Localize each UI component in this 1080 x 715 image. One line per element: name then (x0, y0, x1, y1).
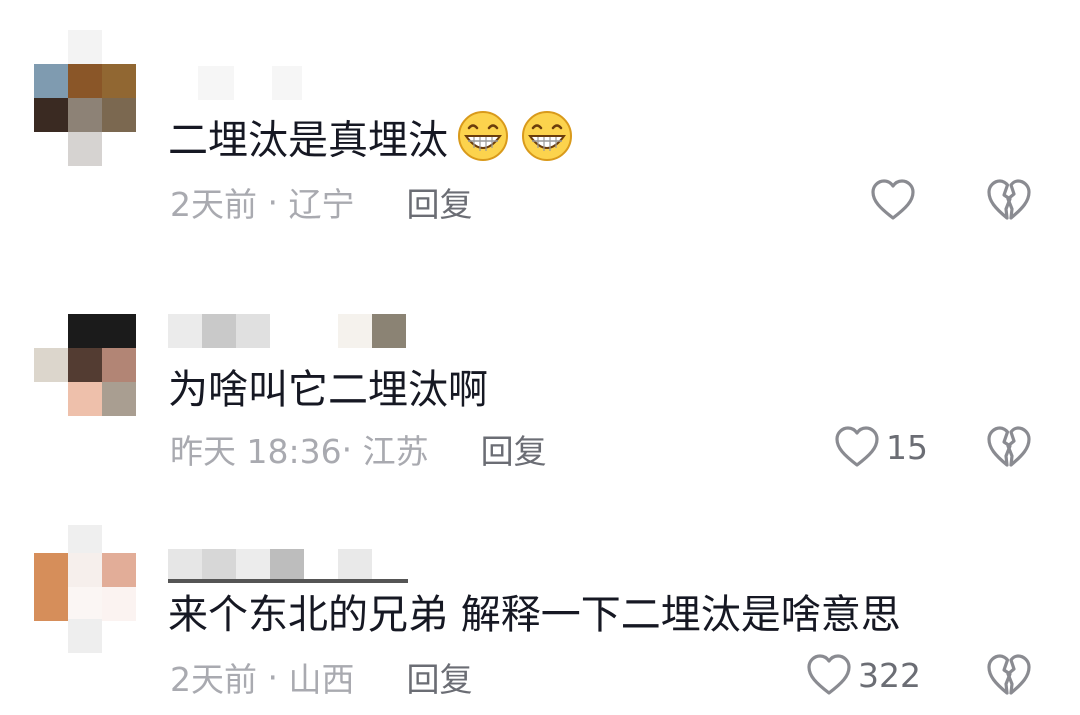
avatar[interactable] (34, 30, 136, 166)
dislike-button[interactable] (986, 178, 1032, 226)
comment-location: 辽宁 (288, 185, 355, 224)
heart-outline-icon (871, 179, 915, 220)
heart-outline-icon (835, 426, 879, 467)
username[interactable] (168, 314, 408, 348)
comment-meta: 2天前 · 辽宁 回复 (170, 178, 472, 226)
comment-time: 昨天 18:36 (170, 432, 342, 471)
like-count: 322 (858, 655, 921, 695)
like-button[interactable] (870, 178, 916, 222)
broken-heart-icon (987, 426, 1031, 467)
meta-separator: · (257, 182, 289, 222)
reply-button[interactable]: 回复 (406, 178, 472, 226)
comment-meta: 昨天 18:36 · 江苏 回复 (170, 425, 547, 473)
broken-heart-icon (987, 654, 1031, 695)
comment-time: 2天前 (170, 185, 257, 224)
username[interactable] (168, 549, 408, 583)
like-button[interactable]: 15 (834, 425, 928, 469)
meta-separator: · (257, 657, 289, 697)
like-count: 15 (886, 427, 928, 467)
comment-text: 为啥叫它二埋汰啊 (168, 367, 488, 413)
avatar[interactable] (34, 525, 136, 661)
comment-meta: 2天前 · 山西 回复 (170, 653, 472, 701)
like-button[interactable]: 322 (806, 653, 921, 697)
broken-heart-icon (987, 179, 1031, 220)
grinning-face-emoji (518, 108, 576, 177)
avatar[interactable] (34, 300, 136, 436)
reply-button[interactable]: 回复 (406, 653, 472, 701)
username[interactable] (168, 66, 308, 100)
comment-item: 来个东北的兄弟 解释一下二埋汰是啥意思 2天前 · 山西 回复 322 (0, 525, 1080, 715)
comment-location: 江苏 (362, 432, 429, 471)
comment-location: 山西 (288, 660, 355, 699)
comment-time: 2天前 (170, 660, 257, 699)
dislike-button[interactable] (986, 653, 1032, 701)
grinning-face-emoji (454, 108, 512, 177)
reply-button[interactable]: 回复 (481, 425, 547, 473)
comment-item: 二埋汰是真埋汰 2天前 · 辽宁 回复 (0, 30, 1080, 250)
meta-separator: · (341, 429, 363, 469)
comment-item: 为啥叫它二埋汰啊 昨天 18:36 · 江苏 回复 15 (0, 300, 1080, 490)
heart-outline-icon (807, 654, 851, 695)
comment-text: 二埋汰是真埋汰 (168, 108, 576, 177)
dislike-button[interactable] (986, 425, 1032, 473)
comment-text: 来个东北的兄弟 解释一下二埋汰是啥意思 (168, 592, 901, 638)
